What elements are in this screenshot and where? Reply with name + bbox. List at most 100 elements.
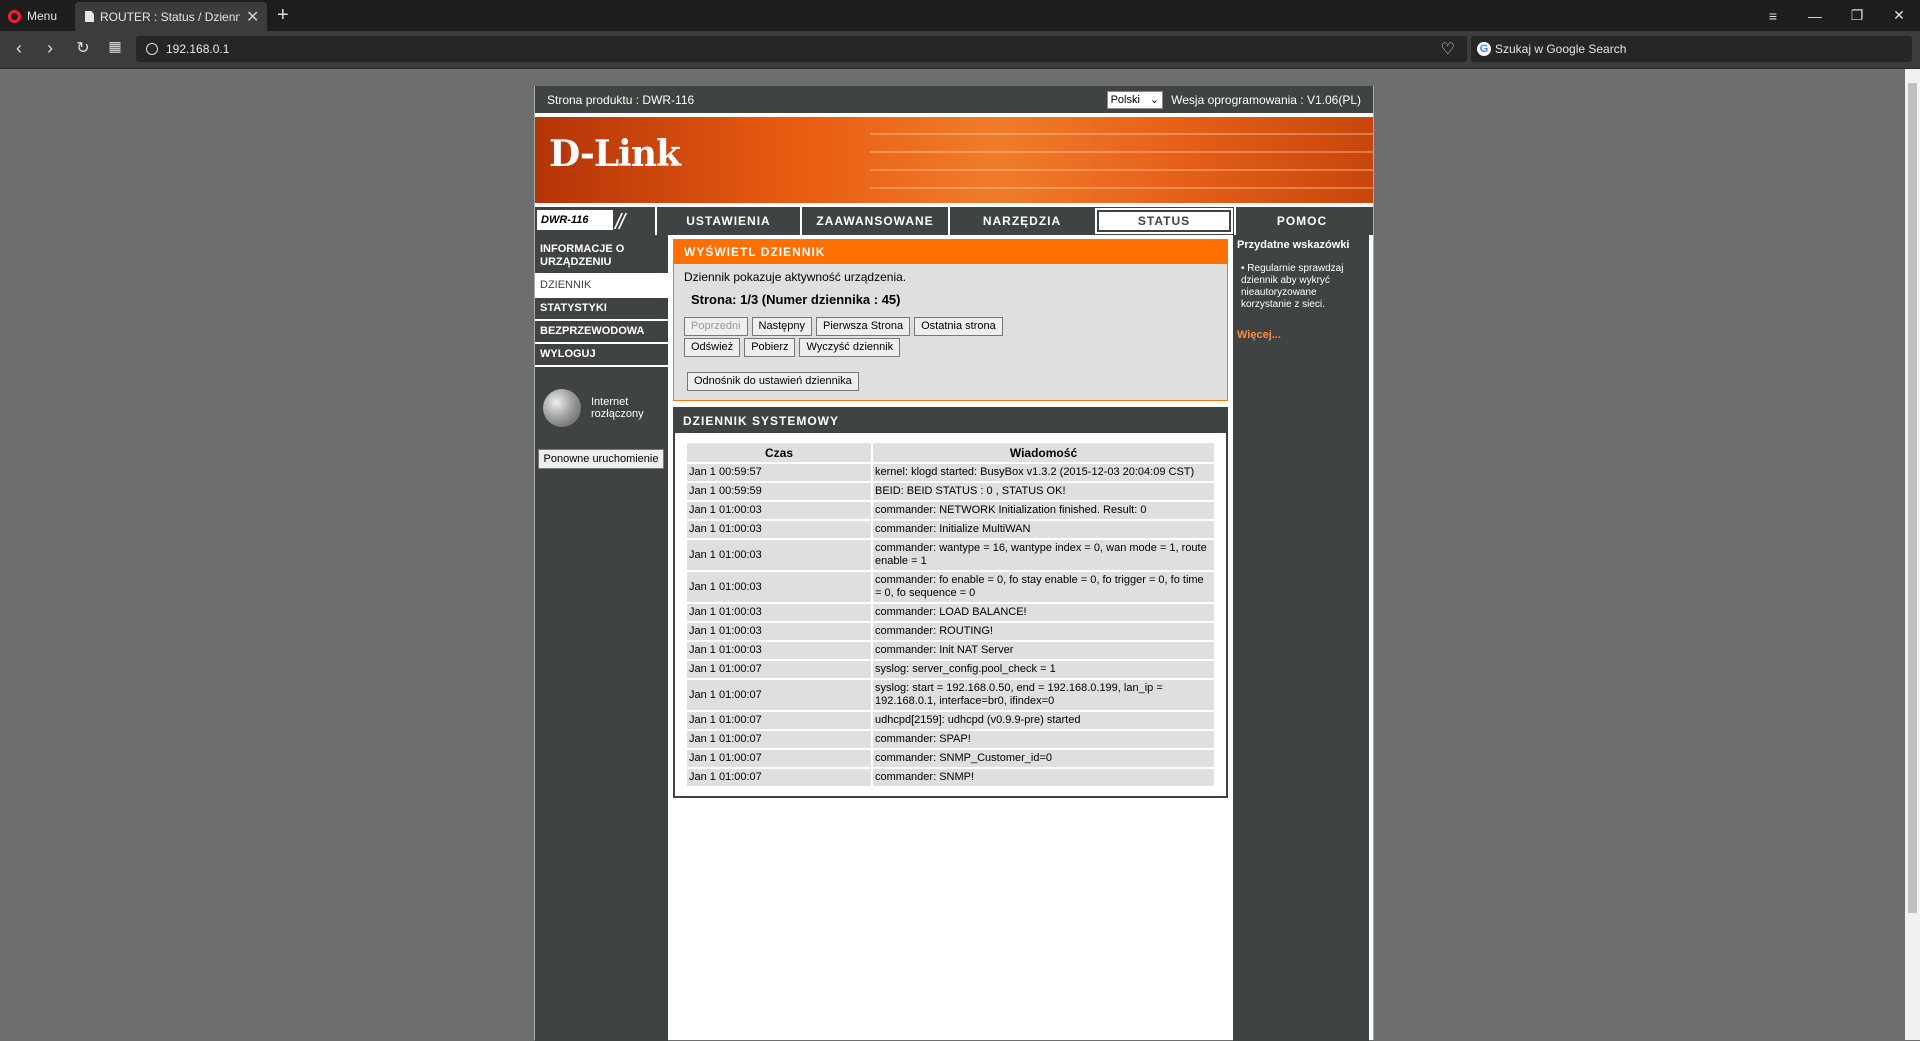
tab-title: ROUTER : Status / Dziennik <box>100 9 240 24</box>
refresh-button[interactable]: Odśwież <box>684 338 741 357</box>
top-info-bar: Strona produktu : DWR-116 Polski ⌄ Wesja… <box>535 86 1373 113</box>
table-row: Jan 1 01:00:07 udhcpd[2159]: udhcpd (v0.9… <box>687 712 1214 729</box>
table-row: Jan 1 01:00:03 commander: NETWORK Initial… <box>687 502 1214 519</box>
system-log-panel: DZIENNIK SYSTEMOWY Czas Wiadomość Jan 1 … <box>673 407 1228 798</box>
left-sidebar: INFORMACJE O URZĄDZENIU DZIENNIK STATYST… <box>535 235 668 1041</box>
tab-ustawienia[interactable]: USTAWIENIA <box>655 207 800 235</box>
globe-icon <box>146 43 158 55</box>
bookmark-heart-icon[interactable]: ♡ <box>1441 39 1455 59</box>
search-placeholder: Szukaj w Google Search <box>1495 42 1627 56</box>
table-row: Jan 1 01:00:03 commander: ROUTING! <box>687 623 1214 640</box>
tab-status[interactable]: STATUS <box>1095 208 1233 234</box>
sidebar-item-log[interactable]: DZIENNIK <box>535 275 668 298</box>
log-message-cell: commander: LOAD BALANCE! <box>873 604 1214 621</box>
address-bar-row: ‹ › ↻ ▦ 192.168.0.1 ♡ G Szukaj w Google … <box>0 31 1920 69</box>
system-log-title: DZIENNIK SYSTEMOWY <box>675 409 1226 433</box>
router-page: Strona produktu : DWR-116 Polski ⌄ Wesja… <box>534 86 1374 1041</box>
forward-icon[interactable]: › <box>39 38 61 59</box>
hints-text: • Regularnie sprawdzaj dziennik aby wykr… <box>1241 263 1344 310</box>
log-time-cell: Jan 1 01:00:07 <box>687 731 871 748</box>
opera-menu-button[interactable]: Menu <box>8 6 57 26</box>
first-page-button[interactable]: Pierwsza Strona <box>816 317 911 336</box>
log-message-cell: commander: Initialize MultiWAN <box>873 521 1214 538</box>
browser-tab-bar: Menu ROUTER : Status / Dziennik ✕ + ≡ — … <box>0 0 1920 31</box>
chevron-down-icon: ⌄ <box>1149 94 1160 106</box>
hints-column: Przydatne wskazówki • Regularnie sprawdz… <box>1233 235 1369 1041</box>
google-icon: G <box>1477 42 1491 56</box>
sidebar-item-logout[interactable]: WYLOGUJ <box>535 344 668 367</box>
table-row: Jan 1 00:59:59 BEID: BEID STATUS : 0 , ST… <box>687 483 1214 500</box>
table-row: Jan 1 01:00:07 syslog: start = 192.168.0.… <box>687 680 1214 710</box>
log-message-cell: commander: SNMP! <box>873 769 1214 786</box>
close-window-icon[interactable]: ✕ <box>1878 0 1920 31</box>
log-time-cell: Jan 1 01:00:03 <box>687 623 871 640</box>
log-message-cell: commander: Init NAT Server <box>873 642 1214 659</box>
hints-title: Przydatne wskazówki <box>1237 239 1350 251</box>
model-name: DWR-116 <box>537 210 613 230</box>
internet-status: Internet rozłączony <box>543 389 668 427</box>
table-row: Jan 1 01:00:03 commander: Init NAT Server <box>687 642 1214 659</box>
log-time-cell: Jan 1 01:00:03 <box>687 540 871 570</box>
log-time-cell: Jan 1 01:00:07 <box>687 680 871 710</box>
tab-narzedzia[interactable]: NARZĘDZIA <box>948 207 1094 235</box>
next-button[interactable]: Następny <box>751 317 813 336</box>
table-row: Jan 1 01:00:07 commander: SPAP! <box>687 731 1214 748</box>
internet-status-line1: Internet <box>591 396 629 408</box>
reboot-button[interactable]: Ponowne uruchomienie <box>538 449 664 469</box>
clear-log-button[interactable]: Wyczyść dziennik <box>799 338 901 357</box>
tab-pomoc[interactable]: POMOC <box>1234 207 1368 235</box>
sidebar-item-wireless[interactable]: BEZPRZEWODOWA <box>535 321 668 344</box>
last-page-button[interactable]: Ostatnia strona <box>914 317 1003 336</box>
log-time-cell: Jan 1 01:00:03 <box>687 502 871 519</box>
log-message-cell: kernel: klogd started: BusyBox v1.3.2 (2… <box>873 464 1214 481</box>
back-icon[interactable]: ‹ <box>8 38 30 59</box>
table-row: Jan 1 01:00:03 commander: Initialize Mult… <box>687 521 1214 538</box>
browser-tab[interactable]: ROUTER : Status / Dziennik ✕ <box>75 2 267 31</box>
table-row: Jan 1 01:00:03 commander: wantype = 16, w… <box>687 540 1214 570</box>
language-select[interactable]: Polski ⌄ <box>1106 90 1164 109</box>
log-time-cell: Jan 1 00:59:57 <box>687 464 871 481</box>
more-link[interactable]: Więcej... <box>1237 329 1365 341</box>
log-message-cell: syslog: start = 192.168.0.50, end = 192.… <box>873 680 1214 710</box>
reload-icon[interactable]: ↻ <box>72 38 94 58</box>
log-time-cell: Jan 1 01:00:03 <box>687 572 871 602</box>
col-time-header: Czas <box>687 443 871 462</box>
system-log-table: Czas Wiadomość Jan 1 00:59:57 kernel: klo… <box>685 441 1216 788</box>
page-info: Strona: 1/3 (Numer dziennika : 45) <box>691 292 901 307</box>
product-label: Strona produktu : DWR-116 <box>547 92 695 107</box>
main-nav: DWR-116 // USTAWIENIA ZAAWANSOWANE NARZĘ… <box>535 207 1373 235</box>
download-button[interactable]: Pobierz <box>744 338 796 357</box>
main-content: WYŚWIETL DZIENNIK Dziennik pokazuje akty… <box>668 235 1233 1041</box>
table-row: Jan 1 01:00:03 commander: LOAD BALANCE! <box>687 604 1214 621</box>
log-time-cell: Jan 1 01:00:03 <box>687 642 871 659</box>
model-badge: DWR-116 // <box>535 207 655 235</box>
sidebar-item-statistics[interactable]: STATYSTYKI <box>535 298 668 321</box>
page-scrollbar[interactable] <box>1905 69 1920 1040</box>
log-message-cell: commander: wantype = 16, wantype index =… <box>873 540 1214 570</box>
firmware-label: Wesja oprogramowania : V1.06(PL) <box>1171 92 1361 107</box>
log-time-cell: Jan 1 01:00:07 <box>687 661 871 678</box>
page-icon <box>85 11 94 22</box>
log-time-cell: Jan 1 01:00:07 <box>687 712 871 729</box>
url-field[interactable]: 192.168.0.1 ♡ <box>136 36 1467 62</box>
tab-zaawansowane[interactable]: ZAAWANSOWANE <box>800 207 948 235</box>
prev-button[interactable]: Poprzedni <box>684 317 748 336</box>
minimize-icon[interactable]: — <box>1794 0 1836 31</box>
log-message-cell: commander: NETWORK Initialization finish… <box>873 502 1214 519</box>
internet-status-line2: rozłączony <box>591 408 644 420</box>
log-time-cell: Jan 1 01:00:07 <box>687 769 871 786</box>
tab-menu-icon[interactable]: ≡ <box>1752 0 1794 31</box>
restore-icon[interactable]: ❐ <box>1836 0 1878 31</box>
log-time-cell: Jan 1 01:00:03 <box>687 521 871 538</box>
sidebar-item-device-info[interactable]: INFORMACJE O URZĄDZENIU <box>535 239 668 275</box>
new-tab-icon[interactable]: + <box>277 4 289 27</box>
close-tab-icon[interactable]: ✕ <box>246 7 259 27</box>
menu-label: Menu <box>27 9 58 23</box>
table-row: Jan 1 01:00:07 commander: SNMP! <box>687 769 1214 786</box>
internet-globe-icon <box>543 389 581 427</box>
scrollbar-thumb[interactable] <box>1908 83 1917 913</box>
search-field[interactable]: G Szukaj w Google Search <box>1471 36 1912 62</box>
speed-dial-icon[interactable]: ▦ <box>104 38 126 55</box>
log-view-panel: WYŚWIETL DZIENNIK Dziennik pokazuje akty… <box>673 239 1228 401</box>
log-settings-link-button[interactable]: Odnośnik do ustawień dziennika <box>687 372 859 391</box>
